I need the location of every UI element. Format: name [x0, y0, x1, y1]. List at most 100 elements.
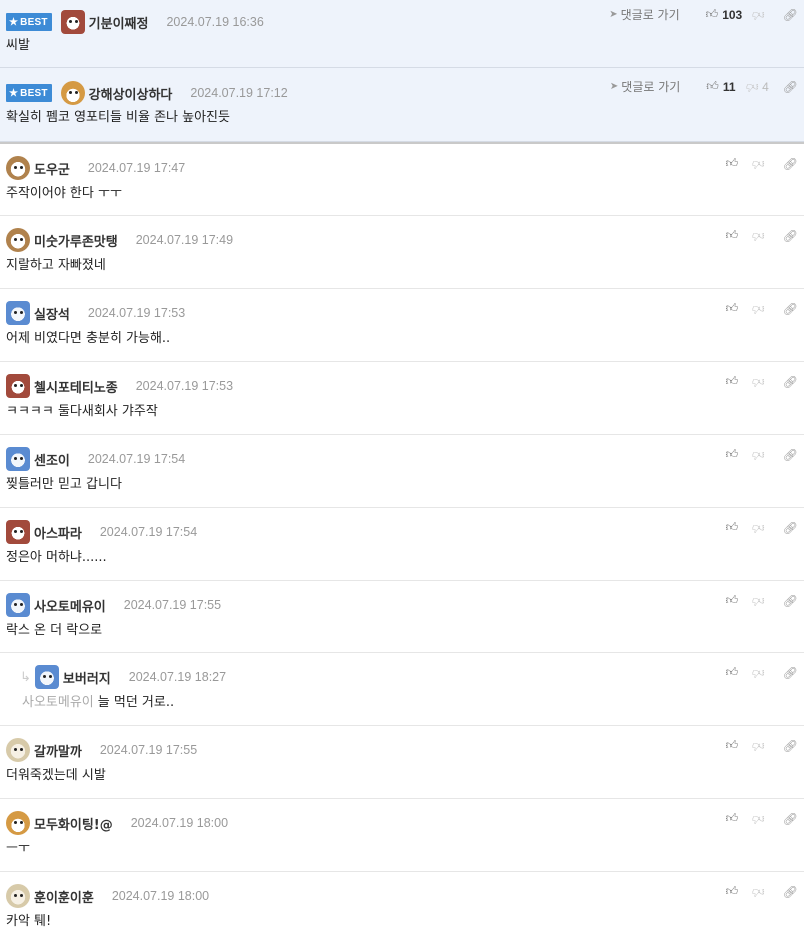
avatar[interactable] [6, 228, 30, 252]
comment-author[interactable]: 사오토메유이 [34, 596, 106, 615]
avatar[interactable] [6, 374, 30, 398]
thumbs-down-icon: 👍︎ [752, 739, 765, 753]
comment-date: 2024.07.19 17:54 [87, 452, 186, 466]
avatar[interactable] [60, 81, 85, 105]
comment-author[interactable]: 센조이 [34, 450, 70, 469]
goto-comment-link[interactable]: ➤ 댓글로 가기 [610, 78, 680, 95]
downvote-button[interactable]: 👍︎ [752, 520, 769, 535]
comment-author[interactable]: 갈까말까 [34, 741, 82, 760]
avatar[interactable] [6, 301, 30, 325]
comment-author[interactable]: 강해상이상하다 [89, 84, 173, 103]
link-icon[interactable]: 🔗︎ [783, 885, 798, 899]
star-icon: ★ [9, 16, 19, 28]
comment: 첼시포테티노종 2024.07.19 17:53 ㅋㅋㅋㅋ 둘다새회사 갸주작 … [0, 362, 804, 435]
comment-author[interactable]: 미숫가루존맛탱 [34, 231, 118, 250]
comment-text: ㅋㅋㅋㅋ 둘다새회사 갸주작 [6, 404, 158, 419]
upvote-button[interactable]: 👍︎ [726, 228, 743, 243]
downvote-button[interactable]: 👍︎ [752, 811, 769, 826]
avatar[interactable] [6, 520, 30, 544]
link-icon[interactable]: 🔗︎ [783, 80, 798, 94]
comment: 사오토메유이 2024.07.19 17:55 락스 온 더 락으로 👍︎ 👍︎… [0, 581, 804, 653]
comment: 아스파라 2024.07.19 17:54 정은아 머하냐...... 👍︎ 👍… [0, 508, 804, 581]
avatar[interactable] [6, 156, 30, 180]
avatar[interactable] [6, 738, 30, 762]
downvote-button[interactable]: 👍︎ [752, 156, 769, 171]
comment-text: 주작이어야 한다 ㅜㅜ [6, 186, 122, 201]
comment-author[interactable]: 보버러지 [63, 668, 111, 687]
thumbs-up-icon: 👍︎ [725, 593, 739, 607]
avatar[interactable] [6, 447, 30, 471]
comment-date: 2024.07.19 17:55 [123, 598, 222, 612]
link-icon[interactable]: 🔗︎ [783, 157, 798, 171]
downvote-button[interactable]: 👍︎ [752, 593, 769, 608]
thumbs-down-icon: 👍︎ [752, 521, 765, 535]
upvote-button[interactable]: 👍︎ [726, 447, 743, 462]
thumbs-up-icon: 👍︎ [705, 7, 719, 21]
upvote-button[interactable]: 👍︎ [726, 738, 743, 753]
comment-text: 사오토메유이 늘 먹던 거로.. [0, 691, 804, 711]
downvote-button[interactable]: 👍︎ [752, 884, 769, 899]
upvote-button[interactable]: 👍︎ 11 [706, 79, 735, 94]
thumbs-down-icon: 👍︎ [752, 666, 765, 680]
downvote-button[interactable]: 👍︎ [752, 301, 769, 316]
comment-date: 2024.07.19 17:53 [135, 379, 234, 393]
mention-link[interactable]: 사오토메유이 [22, 695, 94, 710]
upvote-button[interactable]: 👍︎ [726, 301, 743, 316]
comment-text: 확실히 펨코 영포티들 비율 존나 높아진듯 [6, 110, 230, 125]
upvote-button[interactable]: 👍︎ [726, 811, 743, 826]
comment-author[interactable]: 모두화이팅!@ [34, 814, 113, 833]
avatar[interactable] [6, 811, 30, 835]
comment-author[interactable]: 훈이훈이훈 [34, 887, 94, 906]
upvote-button[interactable]: 👍︎ [726, 374, 743, 389]
upvote-button[interactable]: 👍︎ [726, 520, 743, 535]
link-icon[interactable]: 🔗︎ [783, 812, 798, 826]
thumbs-down-icon: 👍︎ [752, 885, 765, 899]
link-icon[interactable]: 🔗︎ [783, 521, 798, 535]
comment-author[interactable]: 아스파라 [34, 523, 82, 542]
comment: 모두화이팅!@ 2024.07.19 18:00 ㅡㅜ 👍︎ 👍︎ 🔗︎ [0, 799, 804, 872]
comment-author[interactable]: 첼시포테티노종 [34, 377, 118, 396]
comment-text: 락스 온 더 락으로 [6, 623, 103, 638]
thumbs-up-icon: 👍︎ [725, 738, 739, 752]
comment-date: 2024.07.19 16:36 [166, 15, 264, 29]
comment-date: 2024.07.19 18:00 [130, 816, 229, 830]
upvote-button[interactable]: 👍︎ [726, 884, 743, 899]
thumbs-down-icon: 👍︎ [752, 157, 765, 171]
avatar[interactable] [6, 593, 30, 617]
link-icon[interactable]: 🔗︎ [783, 739, 798, 753]
avatar[interactable] [60, 10, 85, 34]
reply-arrow-icon: ↳ [20, 669, 31, 685]
link-icon[interactable]: 🔗︎ [783, 448, 798, 462]
comment-author[interactable]: 기분이째정 [89, 13, 149, 32]
downvote-button[interactable]: 👍︎ [752, 665, 769, 680]
avatar[interactable] [34, 665, 59, 689]
link-icon[interactable]: 🔗︎ [783, 229, 798, 243]
upvote-button[interactable]: 👍︎ [726, 665, 743, 680]
upvote-button[interactable]: 👍︎ 103 [706, 7, 743, 22]
downvote-button[interactable]: 👍︎ [752, 447, 769, 462]
link-icon[interactable]: 🔗︎ [783, 666, 798, 680]
downvote-button[interactable]: 👍︎ [752, 228, 769, 243]
reply-comment: ↳ 보버러지 2024.07.19 18:27 사오토메유이 늘 먹던 거로.. … [0, 653, 804, 726]
comment-text: ㅡㅜ [6, 841, 30, 856]
link-icon[interactable]: 🔗︎ [783, 302, 798, 316]
best-comment: ★ BEST 기분이째정 2024.07.19 16:36 씨발 ➤ 댓글로 가기 … [0, 0, 804, 68]
thumbs-down-icon: 👍︎ [752, 8, 765, 22]
link-icon[interactable]: 🔗︎ [783, 594, 798, 608]
goto-comment-link[interactable]: ➤ 댓글로 가기 [609, 6, 679, 23]
comment-date: 2024.07.19 17:53 [87, 306, 186, 320]
link-icon[interactable]: 🔗︎ [783, 375, 798, 389]
downvote-button[interactable]: 👍︎ 4 [746, 79, 769, 95]
downvote-button[interactable]: 👍︎ [752, 738, 769, 753]
comment: 미숫가루존맛탱 2024.07.19 17:49 지랄하고 자빠졌네 👍︎ 👍︎… [0, 216, 804, 289]
downvote-button[interactable]: 👍︎ [752, 374, 769, 389]
comment-author[interactable]: 도우군 [34, 159, 70, 178]
link-icon[interactable]: 🔗︎ [783, 8, 798, 22]
comment-date: 2024.07.19 18:00 [111, 889, 210, 903]
avatar[interactable] [6, 884, 30, 908]
upvote-button[interactable]: 👍︎ [726, 593, 743, 608]
thumbs-up-icon: 👍︎ [725, 228, 739, 242]
upvote-button[interactable]: 👍︎ [726, 156, 743, 171]
downvote-button[interactable]: 👍︎ [752, 7, 769, 22]
comment-author[interactable]: 실장석 [34, 304, 70, 323]
